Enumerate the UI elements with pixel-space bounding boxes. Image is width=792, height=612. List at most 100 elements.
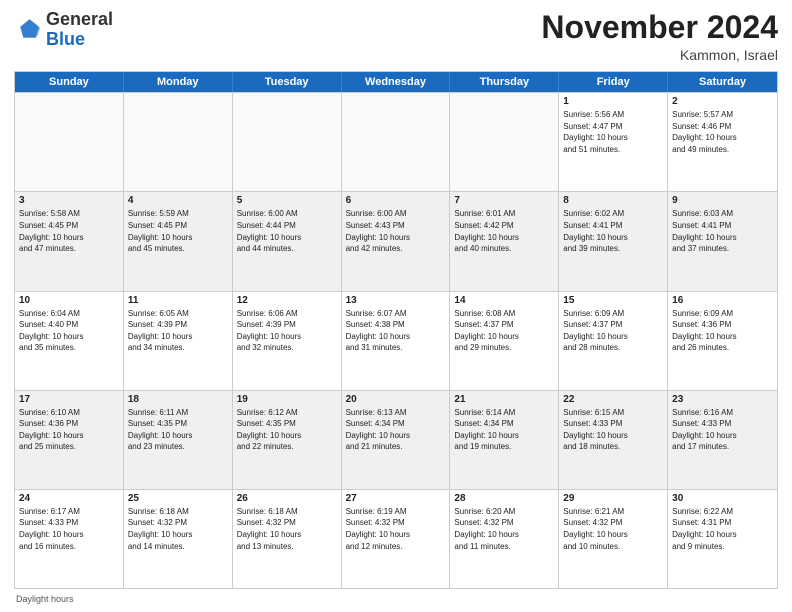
day-details: Sunrise: 6:12 AM Sunset: 4:35 PM Dayligh… [237, 407, 337, 453]
day-details: Sunrise: 6:22 AM Sunset: 4:31 PM Dayligh… [672, 506, 773, 552]
calendar: SundayMondayTuesdayWednesdayThursdayFrid… [14, 71, 778, 589]
day-cell-9: 9Sunrise: 6:03 AM Sunset: 4:41 PM Daylig… [668, 192, 777, 290]
day-details: Sunrise: 6:21 AM Sunset: 4:32 PM Dayligh… [563, 506, 663, 552]
footer: Daylight hours [14, 594, 778, 604]
day-details: Sunrise: 6:20 AM Sunset: 4:32 PM Dayligh… [454, 506, 554, 552]
header-day-friday: Friday [559, 72, 668, 92]
header-day-wednesday: Wednesday [342, 72, 451, 92]
day-details: Sunrise: 6:02 AM Sunset: 4:41 PM Dayligh… [563, 208, 663, 254]
day-cell-26: 26Sunrise: 6:18 AM Sunset: 4:32 PM Dayli… [233, 490, 342, 588]
day-details: Sunrise: 6:14 AM Sunset: 4:34 PM Dayligh… [454, 407, 554, 453]
day-number: 27 [346, 493, 446, 504]
week-row-3: 10 Sunrise: 6:04 AM Sunset: 4:40 PM Dayli… [15, 291, 777, 390]
day-details: Sunrise: 6:01 AM Sunset: 4:42 PM Dayligh… [454, 208, 554, 254]
day-details: Sunrise: 6:18 AM Sunset: 4:32 PM Dayligh… [128, 506, 228, 552]
month-title: November 2024 [541, 10, 778, 45]
day-details: Sunrise: 6:15 AM Sunset: 4:33 PM Dayligh… [563, 407, 663, 453]
day-details: Sunrise: 6:17 AM Sunset: 4:33 PM Dayligh… [19, 506, 119, 552]
day-cell-11: 11Sunrise: 6:05 AM Sunset: 4:39 PM Dayli… [124, 292, 233, 390]
day-cell-4: 4 Sunrise: 5:59 AM Sunset: 4:45 PM Daylig… [124, 192, 233, 290]
day-number: 23 [672, 394, 773, 405]
day-number: 25 [128, 493, 228, 504]
day-cell-6: 6 Sunrise: 6:00 AM Sunset: 4:43 PM Daylig… [342, 192, 451, 290]
day-number: 12 [237, 295, 337, 306]
day-cell-12: 12Sunrise: 6:06 AM Sunset: 4:39 PM Dayli… [233, 292, 342, 390]
day-details: Sunrise: 6:00 AM Sunset: 4:43 PM Dayligh… [346, 208, 446, 254]
title-block: November 2024 Kammon, Israel [541, 10, 778, 63]
day-details: Sunrise: 5:58 AM Sunset: 4:45 PM Dayligh… [19, 208, 119, 254]
day-cell-25: 25 Sunrise: 6:18 AM Sunset: 4:32 PM Dayli… [124, 490, 233, 588]
day-cell-14: 14 Sunrise: 6:08 AM Sunset: 4:37 PM Dayli… [450, 292, 559, 390]
day-details: Sunrise: 6:11 AM Sunset: 4:35 PM Dayligh… [128, 407, 228, 453]
day-number: 19 [237, 394, 337, 405]
day-number: 24 [19, 493, 119, 504]
day-cell-13: 13Sunrise: 6:07 AM Sunset: 4:38 PM Dayli… [342, 292, 451, 390]
day-details: Sunrise: 6:04 AM Sunset: 4:40 PM Dayligh… [19, 308, 119, 354]
empty-cell [233, 93, 342, 191]
day-number: 30 [672, 493, 773, 504]
logo: General Blue [14, 10, 113, 50]
day-cell-30: 30 Sunrise: 6:22 AM Sunset: 4:31 PM Dayli… [668, 490, 777, 588]
day-cell-16: 16 Sunrise: 6:09 AM Sunset: 4:36 PM Dayli… [668, 292, 777, 390]
day-details: Sunrise: 6:07 AM Sunset: 4:38 PM Dayligh… [346, 308, 446, 354]
day-number: 7 [454, 195, 554, 206]
day-details: Sunrise: 6:08 AM Sunset: 4:37 PM Dayligh… [454, 308, 554, 354]
day-number: 22 [563, 394, 663, 405]
day-cell-24: 24 Sunrise: 6:17 AM Sunset: 4:33 PM Dayli… [15, 490, 124, 588]
logo-icon [14, 16, 42, 44]
day-cell-28: 28 Sunrise: 6:20 AM Sunset: 4:32 PM Dayli… [450, 490, 559, 588]
day-number: 6 [346, 195, 446, 206]
empty-cell [450, 93, 559, 191]
day-number: 20 [346, 394, 446, 405]
day-number: 4 [128, 195, 228, 206]
day-details: Sunrise: 6:16 AM Sunset: 4:33 PM Dayligh… [672, 407, 773, 453]
day-number: 28 [454, 493, 554, 504]
day-cell-27: 27 Sunrise: 6:19 AM Sunset: 4:32 PM Dayli… [342, 490, 451, 588]
day-cell-10: 10 Sunrise: 6:04 AM Sunset: 4:40 PM Dayli… [15, 292, 124, 390]
day-cell-7: 7 Sunrise: 6:01 AM Sunset: 4:42 PM Daylig… [450, 192, 559, 290]
day-cell-19: 19 Sunrise: 6:12 AM Sunset: 4:35 PM Dayli… [233, 391, 342, 489]
day-cell-29: 29Sunrise: 6:21 AM Sunset: 4:32 PM Dayli… [559, 490, 668, 588]
day-cell-15: 15 Sunrise: 6:09 AM Sunset: 4:37 PM Dayli… [559, 292, 668, 390]
empty-cell [124, 93, 233, 191]
day-cell-3: 3 Sunrise: 5:58 AM Sunset: 4:45 PM Daylig… [15, 192, 124, 290]
empty-cell [15, 93, 124, 191]
day-number: 10 [19, 295, 119, 306]
day-number: 15 [563, 295, 663, 306]
header-day-thursday: Thursday [450, 72, 559, 92]
footer-text: Daylight hours [16, 594, 74, 604]
day-details: Sunrise: 5:59 AM Sunset: 4:45 PM Dayligh… [128, 208, 228, 254]
day-details: Sunrise: 6:05 AM Sunset: 4:39 PM Dayligh… [128, 308, 228, 354]
day-number: 14 [454, 295, 554, 306]
header: General Blue November 2024 Kammon, Israe… [14, 10, 778, 63]
logo-general: General [46, 9, 113, 29]
calendar-header: SundayMondayTuesdayWednesdayThursdayFrid… [15, 72, 777, 92]
day-cell-22: 22 Sunrise: 6:15 AM Sunset: 4:33 PM Dayli… [559, 391, 668, 489]
day-details: Sunrise: 6:13 AM Sunset: 4:34 PM Dayligh… [346, 407, 446, 453]
day-cell-2: 2Sunrise: 5:57 AM Sunset: 4:46 PM Daylig… [668, 93, 777, 191]
day-number: 16 [672, 295, 773, 306]
day-cell-8: 8 Sunrise: 6:02 AM Sunset: 4:41 PM Daylig… [559, 192, 668, 290]
day-number: 3 [19, 195, 119, 206]
header-day-saturday: Saturday [668, 72, 777, 92]
day-cell-1: 1Sunrise: 5:56 AM Sunset: 4:47 PM Daylig… [559, 93, 668, 191]
day-cell-18: 18 Sunrise: 6:11 AM Sunset: 4:35 PM Dayli… [124, 391, 233, 489]
day-details: Sunrise: 6:09 AM Sunset: 4:36 PM Dayligh… [672, 308, 773, 354]
day-details: Sunrise: 6:19 AM Sunset: 4:32 PM Dayligh… [346, 506, 446, 552]
day-number: 9 [672, 195, 773, 206]
day-number: 8 [563, 195, 663, 206]
empty-cell [342, 93, 451, 191]
day-number: 2 [672, 96, 773, 107]
day-details: Sunrise: 6:09 AM Sunset: 4:37 PM Dayligh… [563, 308, 663, 354]
week-row-2: 3 Sunrise: 5:58 AM Sunset: 4:45 PM Daylig… [15, 191, 777, 290]
day-cell-5: 5Sunrise: 6:00 AM Sunset: 4:44 PM Daylig… [233, 192, 342, 290]
day-details: Sunrise: 6:10 AM Sunset: 4:36 PM Dayligh… [19, 407, 119, 453]
day-cell-21: 21 Sunrise: 6:14 AM Sunset: 4:34 PM Dayli… [450, 391, 559, 489]
logo-text: General Blue [46, 10, 113, 50]
day-number: 1 [563, 96, 663, 107]
header-day-tuesday: Tuesday [233, 72, 342, 92]
day-number: 18 [128, 394, 228, 405]
header-day-sunday: Sunday [15, 72, 124, 92]
day-number: 21 [454, 394, 554, 405]
day-number: 17 [19, 394, 119, 405]
